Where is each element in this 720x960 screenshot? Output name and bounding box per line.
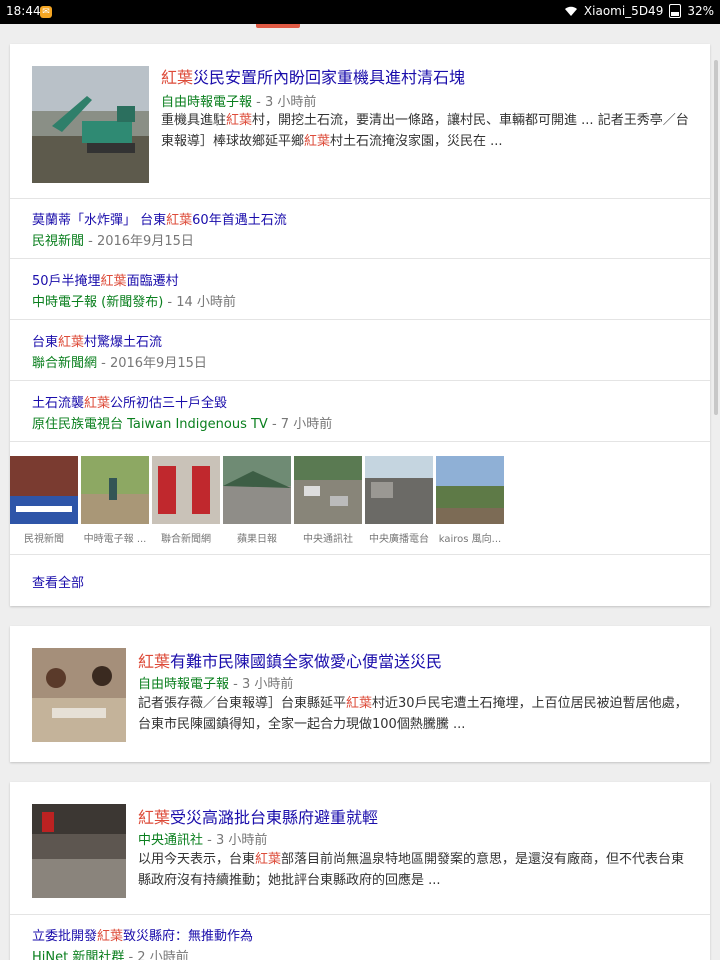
news-photo-icon — [365, 456, 433, 524]
story-snippet: 重機具進駐紅葉村，開挖土石流，要清出一條路，讓村民、車輛都可開進 ... 記者王… — [161, 113, 689, 149]
wifi-icon — [564, 6, 577, 16]
news-cluster-card: 紅葉災民安置所內盼回家重機具進村清石塊 自由時報電子報 - 3 小時前 重機具進… — [10, 44, 710, 606]
story-source: 中央通訊社 - 3 小時前 — [138, 833, 268, 848]
related-title[interactable]: 土石流襲紅葉公所初估三十戶全毀 — [32, 392, 227, 411]
carousel-item[interactable]: 聯合新聞網 — [152, 456, 220, 545]
carousel-item[interactable]: 蘋果日報 — [223, 456, 291, 545]
related-source: 聯合新聞網 - 2016年9月15日 — [32, 356, 207, 371]
carousel-item[interactable]: 中時電子報 ... — [81, 456, 149, 545]
status-time: 18:44 — [6, 4, 41, 18]
tab-indicator-bar — [0, 24, 720, 32]
carousel-item[interactable]: kairos 風向... — [436, 456, 504, 545]
related-article[interactable]: 台東紅葉村驚爆土石流 聯合新聞網 - 2016年9月15日 — [10, 320, 710, 380]
status-bar: 18:44 ✉ Xiaomi_5D49 32% — [0, 0, 720, 24]
carousel-caption: 中央廣播電台 — [369, 534, 429, 545]
news-card: 紅葉有難市民陳國鎮全家做愛心便當送災民 自由時報電子報 - 3 小時前 記者張存… — [10, 626, 710, 762]
battery-icon — [669, 4, 682, 18]
news-photo-icon — [294, 456, 362, 524]
related-article[interactable]: 立委批開發紅葉致災縣府：無推動作為 HiNet 新聞社群 - 2 小時前 — [10, 914, 710, 960]
carousel-caption: 民視新聞 — [24, 534, 64, 545]
story-snippet: 記者張存薇／台東報導］台東縣延平紅葉村近30戶民宅遭土石掩埋，上百位居民被迫暫居… — [138, 696, 688, 732]
story-snippet: 以用今天表示，台東紅葉部落目前尚無溫泉特地區開發案的意思，是還沒有廠商，但不代表… — [138, 852, 685, 888]
carousel-item[interactable]: 民視新聞 — [10, 456, 78, 545]
related-source: HiNet 新聞社群 - 2 小時前 — [32, 950, 189, 960]
battery-percent: 32% — [687, 4, 714, 18]
news-photo-icon — [81, 456, 149, 524]
carousel-caption: 聯合新聞網 — [161, 534, 211, 545]
story-headline[interactable]: 紅葉受災高潞批台東縣府避重就輕 — [138, 804, 378, 828]
related-title[interactable]: 台東紅葉村驚爆土石流 — [32, 331, 162, 350]
view-all-link[interactable]: 查看全部 — [32, 572, 84, 591]
carousel-item[interactable]: 中央廣播電台 — [365, 456, 433, 545]
related-title[interactable]: 50戶半掩埋紅葉面臨遷村 — [32, 270, 179, 289]
news-card: 紅葉受災高潞批台東縣府避重就輕 中央通訊社 - 3 小時前 以用今天表示，台東紅… — [10, 782, 710, 960]
page-scrollbar[interactable] — [714, 60, 718, 415]
divider — [10, 441, 710, 442]
story-thumbnail[interactable] — [32, 66, 149, 183]
story-source: 自由時報電子報 - 3 小時前 — [161, 95, 317, 110]
news-photo-icon — [10, 456, 78, 524]
story-source: 自由時報電子報 - 3 小時前 — [138, 677, 294, 692]
carousel-caption: 中央通訊社 — [303, 534, 353, 545]
carousel-caption: 中時電子報 ... — [83, 534, 147, 545]
carousel-caption: kairos 風向... — [438, 534, 502, 545]
notification-icon: ✉ — [40, 6, 52, 18]
related-title[interactable]: 莫蘭蒂「水炸彈」 台東紅葉60年首遇土石流 — [32, 209, 287, 228]
story-thumbnail[interactable] — [32, 648, 126, 742]
news-photo-icon — [436, 456, 504, 524]
story-headline[interactable]: 紅葉有難市民陳國鎮全家做愛心便當送災民 — [138, 648, 442, 672]
excavator-photo-icon — [32, 66, 149, 183]
image-carousel[interactable]: 民視新聞 中時電子報 ... 聯合新聞網 蘋果日報 中央通訊社 中央廣播電台 k… — [10, 456, 710, 556]
carousel-caption: 蘋果日報 — [237, 534, 277, 545]
disaster-photo-icon — [32, 804, 126, 898]
related-article[interactable]: 莫蘭蒂「水炸彈」 台東紅葉60年首遇土石流 民視新聞 - 2016年9月15日 — [10, 198, 710, 258]
related-source: 原住民族電視台 Taiwan Indigenous TV - 7 小時前 — [32, 417, 333, 432]
carrier-label: Xiaomi_5D49 — [583, 4, 664, 18]
story-thumbnail[interactable] — [32, 804, 126, 898]
related-title[interactable]: 立委批開發紅葉致災縣府：無推動作為 — [32, 925, 253, 944]
related-article[interactable]: 土石流襲紅葉公所初估三十戶全毀 原住民族電視台 Taiwan Indigenou… — [10, 381, 710, 441]
news-photo-icon — [152, 456, 220, 524]
active-tab-indicator — [256, 24, 300, 28]
divider — [10, 554, 710, 555]
related-article[interactable]: 50戶半掩埋紅葉面臨遷村 中時電子報 (新聞發布) - 14 小時前 — [10, 259, 710, 319]
featured-story[interactable]: 紅葉災民安置所內盼回家重機具進村清石塊 自由時報電子報 - 3 小時前 重機具進… — [10, 44, 710, 198]
cooking-photo-icon — [32, 648, 126, 742]
related-source: 民視新聞 - 2016年9月15日 — [32, 234, 194, 249]
story-headline[interactable]: 紅葉災民安置所內盼回家重機具進村清石塊 — [161, 64, 465, 88]
carousel-item[interactable]: 中央通訊社 — [294, 456, 362, 545]
news-photo-icon — [223, 456, 291, 524]
related-source: 中時電子報 (新聞發布) - 14 小時前 — [32, 295, 236, 310]
